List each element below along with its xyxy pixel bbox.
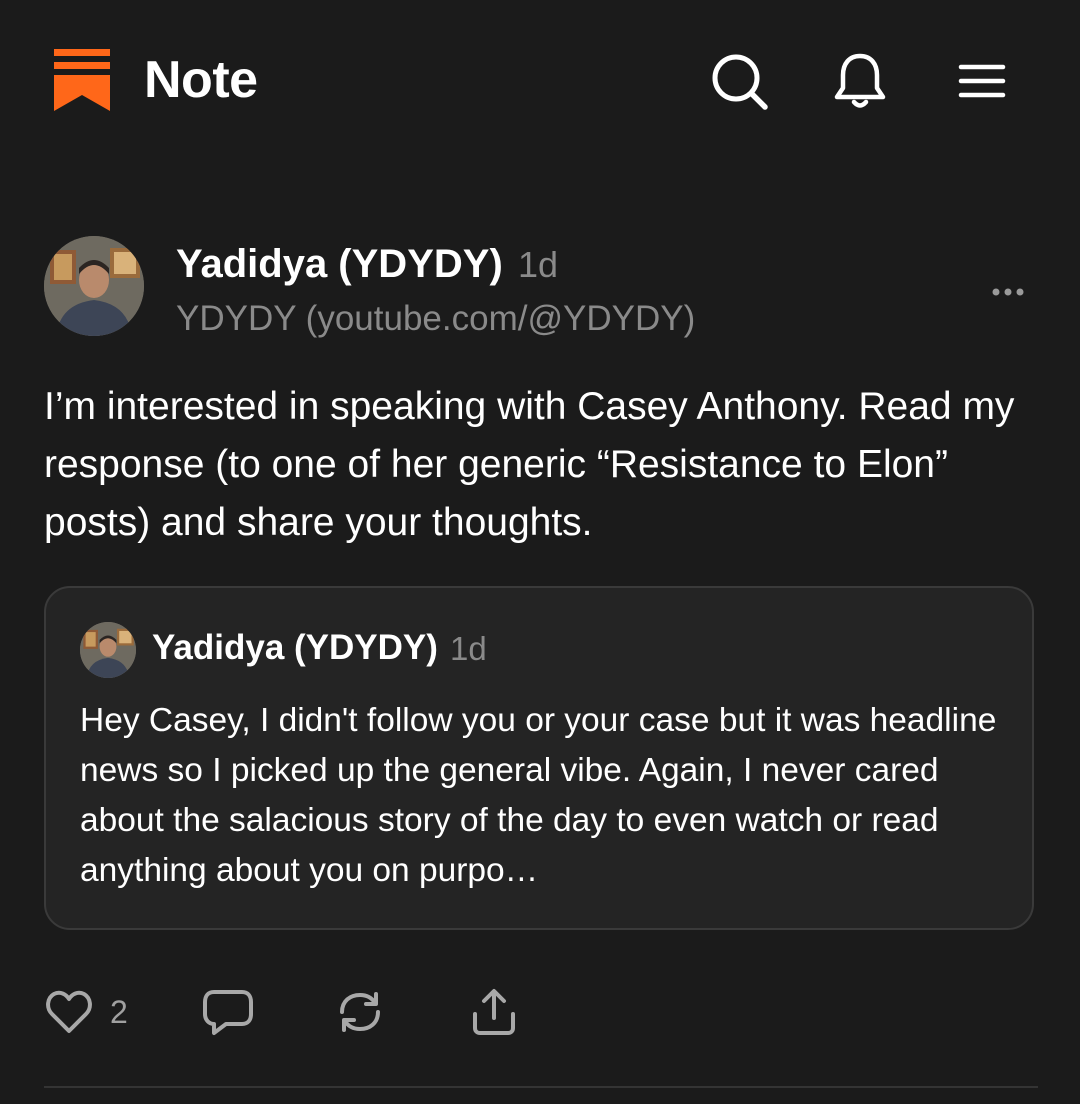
divider bbox=[44, 1086, 1038, 1088]
page-title: Note bbox=[144, 51, 258, 109]
quoted-note-card[interactable]: Yadidya (YDYDY) 1d Hey Casey, I didn't f… bbox=[44, 586, 1034, 930]
like-count: 2 bbox=[110, 993, 128, 1030]
quoted-timestamp: 1d bbox=[450, 630, 487, 667]
heart-icon bbox=[44, 987, 94, 1037]
restack-button[interactable] bbox=[334, 984, 386, 1040]
substack-logo-icon[interactable] bbox=[54, 49, 110, 111]
quoted-avatar bbox=[80, 622, 136, 678]
bell-icon[interactable] bbox=[829, 50, 891, 112]
share-icon bbox=[468, 986, 520, 1038]
post-timestamp: 1d bbox=[518, 244, 559, 285]
author-name[interactable]: Yadidya (YDYDY) bbox=[176, 240, 503, 288]
menu-icon[interactable] bbox=[951, 50, 1013, 112]
share-button[interactable] bbox=[468, 984, 520, 1040]
avatar[interactable] bbox=[44, 236, 144, 336]
quoted-author-name: Yadidya (YDYDY) bbox=[152, 628, 438, 667]
comment-button[interactable] bbox=[202, 984, 254, 1040]
like-button[interactable]: 2 bbox=[44, 984, 128, 1040]
quoted-body: Hey Casey, I didn't follow you or your c… bbox=[80, 702, 997, 889]
action-bar: 2 bbox=[44, 984, 1034, 1044]
search-icon[interactable] bbox=[708, 50, 770, 112]
restack-icon bbox=[334, 986, 386, 1038]
author-handle[interactable]: YDYDY (youtube.com/@YDYDY) bbox=[176, 296, 695, 342]
more-options-icon[interactable] bbox=[984, 276, 1036, 308]
top-bar: Note bbox=[0, 0, 1080, 160]
post-body: I’m interested in speaking with Casey An… bbox=[44, 385, 1015, 544]
comment-icon bbox=[202, 986, 254, 1038]
